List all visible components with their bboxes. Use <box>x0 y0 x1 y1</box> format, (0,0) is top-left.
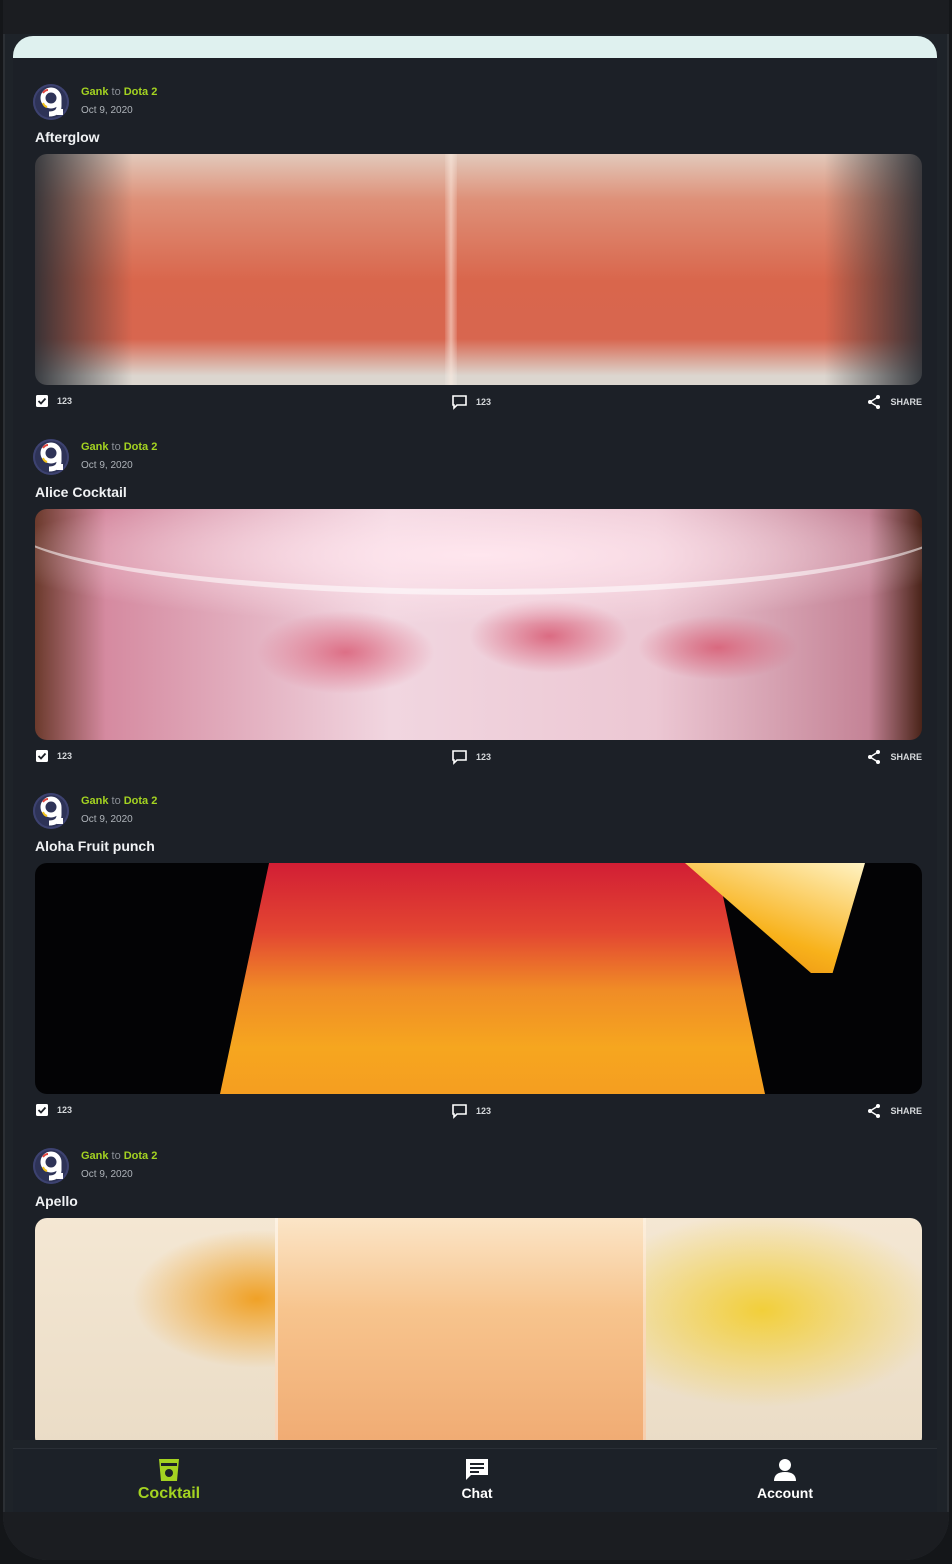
comment-button[interactable]: 123 <box>451 1103 491 1119</box>
post-image[interactable] <box>35 509 922 740</box>
post-feed[interactable]: GanktoDota 2 Oct 9, 2020 Afterglow 123 <box>13 58 937 1440</box>
nav-label: Chat <box>461 1485 493 1501</box>
community-link[interactable]: Dota 2 <box>124 795 158 807</box>
drink-glass <box>275 1218 646 1440</box>
author-link[interactable]: Gank <box>81 795 109 807</box>
post-date: Oct 9, 2020 <box>81 105 133 116</box>
comment-count: 123 <box>476 1106 492 1116</box>
drink-glass <box>220 863 765 1094</box>
bottom-navigation: Cocktail Chat Account <box>13 1448 937 1512</box>
post-title[interactable]: Afterglow <box>35 129 100 145</box>
post-date: Oct 9, 2020 <box>81 460 133 471</box>
post-date: Oct 9, 2020 <box>81 1169 133 1180</box>
avatar[interactable] <box>33 793 69 829</box>
avatar[interactable] <box>33 84 69 120</box>
community-link[interactable]: Dota 2 <box>124 1150 158 1162</box>
post-title[interactable]: Alice Cocktail <box>35 484 127 500</box>
share-label: SHARE <box>890 752 922 762</box>
nav-label: Account <box>757 1485 813 1501</box>
like-count: 123 <box>57 396 73 406</box>
nav-label: Cocktail <box>137 1485 201 1502</box>
chat-bubble-icon <box>466 1459 488 1480</box>
post-title[interactable]: Aloha Fruit punch <box>35 838 155 854</box>
post-actions: 123 123 SHARE <box>35 394 922 412</box>
byline-connector: to <box>111 795 121 807</box>
post-byline: Gank to Dota 2 <box>81 1150 157 1162</box>
comment-icon <box>452 750 467 765</box>
checkbox-icon <box>36 1104 48 1116</box>
logo-icon <box>40 1151 63 1181</box>
post-byline: Gank to Dota 2 <box>81 441 157 453</box>
post-card[interactable]: GanktoDota 2 Oct 9, 2020 Afterglow 123 <box>13 58 937 413</box>
post-byline: Gank to Dota 2 <box>81 86 157 98</box>
byline-connector: to <box>111 441 121 453</box>
like-count: 123 <box>57 1105 73 1115</box>
like-button[interactable]: 123 <box>35 1103 72 1117</box>
post-actions: 123 123 SHARE <box>35 749 922 767</box>
logo-icon <box>40 796 63 826</box>
post-card[interactable]: Gank to Dota 2 Oct 9, 2020 Alice Cocktail … <box>13 413 937 768</box>
share-button[interactable]: SHARE <box>866 749 922 765</box>
share-label: SHARE <box>890 397 922 407</box>
phone-screen: GanktoDota 2 Oct 9, 2020 Afterglow 123 <box>3 0 949 1560</box>
author-link[interactable]: Gank <box>81 441 109 453</box>
comment-button[interactable]: 123 <box>451 749 491 765</box>
person-icon <box>774 1459 796 1481</box>
nav-item-chat[interactable]: Chat <box>377 1457 577 1501</box>
community-link[interactable]: Dota 2 <box>124 441 158 453</box>
post-image[interactable] <box>35 863 922 1094</box>
comment-button[interactable]: 123 <box>451 394 491 410</box>
top-banner <box>13 36 937 58</box>
post-date: Oct 9, 2020 <box>81 814 133 825</box>
author-link[interactable]: Gank <box>81 1150 109 1162</box>
nav-item-cocktail[interactable]: Cocktail <box>69 1457 269 1503</box>
like-button[interactable]: 123 <box>35 394 72 408</box>
like-button[interactable]: 123 <box>35 749 72 763</box>
community-link[interactable]: Dota 2 <box>124 86 158 98</box>
system-bottom-bar <box>3 1512 949 1560</box>
comment-icon <box>452 395 467 410</box>
byline-connector: to <box>111 86 121 98</box>
share-label: SHARE <box>890 1106 922 1116</box>
checkbox-icon <box>36 395 48 407</box>
author-link[interactable]: Gank <box>81 86 109 98</box>
share-icon <box>868 395 881 409</box>
cocktail-glass-icon <box>159 1459 179 1481</box>
post-title[interactable]: Apello <box>35 1193 78 1209</box>
share-button[interactable]: SHARE <box>866 394 922 410</box>
like-count: 123 <box>57 751 73 761</box>
status-bar <box>3 0 949 34</box>
logo-icon <box>40 87 63 117</box>
post-image[interactable] <box>35 1218 922 1440</box>
byline-connector: to <box>111 1150 121 1162</box>
logo-icon <box>40 442 63 472</box>
comment-count: 123 <box>476 752 492 762</box>
avatar[interactable] <box>33 439 69 475</box>
post-actions: 123 123 SHARE <box>35 1103 922 1121</box>
checkbox-icon <box>36 750 48 762</box>
nav-item-account[interactable]: Account <box>685 1457 885 1501</box>
post-image[interactable] <box>35 154 922 385</box>
share-icon <box>868 750 881 764</box>
share-button[interactable]: SHARE <box>866 1103 922 1119</box>
share-icon <box>868 1104 881 1118</box>
post-card[interactable]: Gank to Dota 2 Oct 9, 2020 Aloha Fruit pun… <box>13 767 937 1122</box>
avatar[interactable] <box>33 1148 69 1184</box>
post-byline: Gank to Dota 2 <box>81 795 157 807</box>
comment-count: 123 <box>476 397 492 407</box>
post-card[interactable]: Gank to Dota 2 Oct 9, 2020 Apello <box>13 1122 937 1440</box>
comment-icon <box>452 1104 467 1119</box>
